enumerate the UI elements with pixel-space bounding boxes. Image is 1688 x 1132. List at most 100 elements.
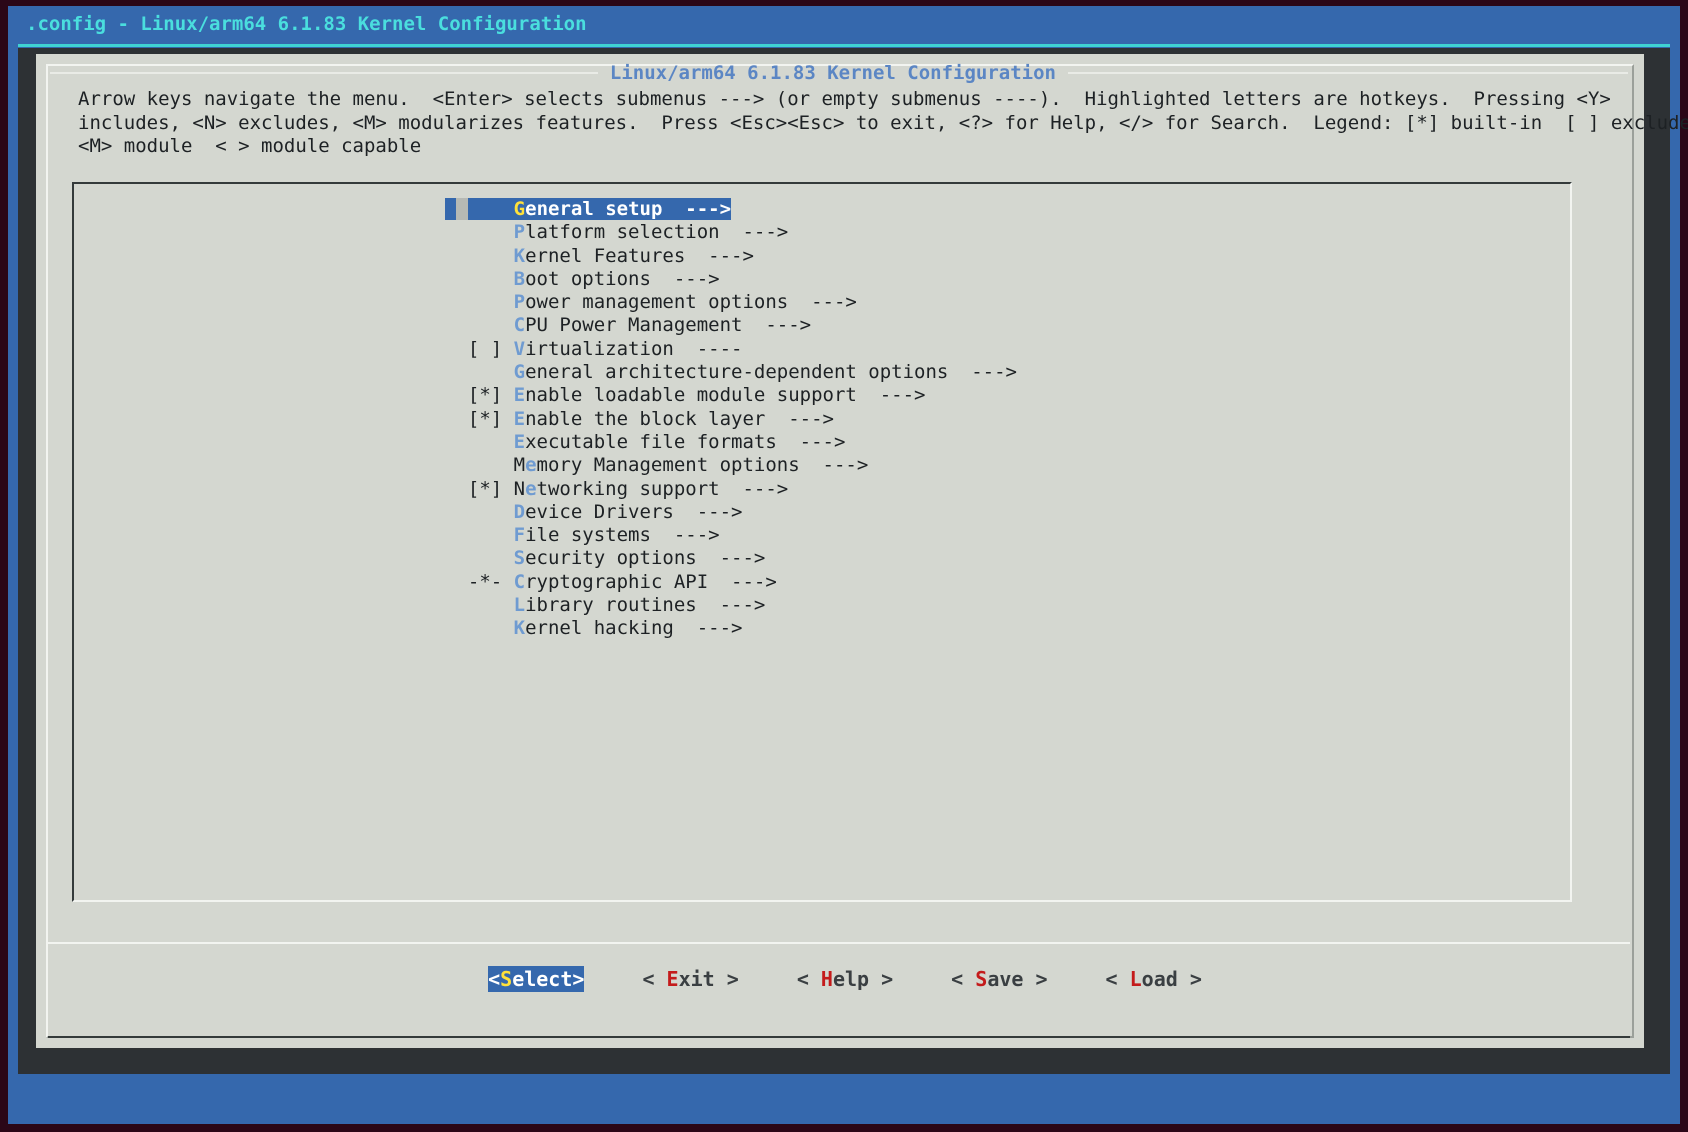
- button-label: oad: [1141, 967, 1178, 991]
- button-elp[interactable]: < Help >: [797, 967, 893, 991]
- dialog-title-line: Linux/arm64 6.1.83 Kernel Configuration: [50, 60, 1628, 86]
- desktop-background: .config - Linux/arm64 6.1.83 Kernel Conf…: [8, 6, 1688, 1124]
- button-xit[interactable]: < Exit >: [642, 967, 738, 991]
- menu-listbox[interactable]: General setup ---> Platform selection --…: [72, 182, 1572, 902]
- menu-item[interactable]: File systems --->: [74, 524, 1570, 547]
- menu-item[interactable]: [*] Networking support --->: [74, 478, 1570, 501]
- title-rule-right: [1068, 72, 1628, 74]
- menu-item-hotkey: K: [513, 617, 526, 640]
- menu-item-label: tworking support --->: [536, 477, 789, 500]
- menu-item-label: eneral setup --->: [525, 198, 732, 220]
- menu-item-label: ernel hacking --->: [525, 617, 743, 640]
- menu-item-indent: [445, 291, 468, 313]
- menu-item-indent: [445, 384, 468, 406]
- menu-item-label: ibrary routines --->: [525, 594, 766, 617]
- menu-item-prefix: [468, 245, 514, 267]
- menu-item-hotkey: K: [513, 244, 526, 267]
- menu-item-indent: [445, 524, 468, 546]
- menu-item-prefix: [ ]: [467, 337, 514, 360]
- menu-item[interactable]: Platform selection --->: [74, 221, 1570, 244]
- menu-item-prefix: [468, 361, 514, 383]
- menu-item-indent: [445, 431, 468, 453]
- menu-item-indent: [445, 454, 468, 476]
- menu-item-label: PU Power Management --->: [525, 314, 812, 337]
- menu-item-hotkey: E: [513, 430, 526, 453]
- button-label: ave: [987, 967, 1024, 991]
- dialog-bottom-rule: [48, 1036, 1630, 1038]
- menu-item-label: ile systems --->: [525, 524, 720, 547]
- menu-item[interactable]: [ ] Virtualization ----: [74, 338, 1570, 361]
- menu-item-label: nable loadable module support --->: [525, 384, 926, 407]
- button-hotkey: S: [975, 967, 988, 991]
- button-bracket-close: >: [714, 967, 739, 991]
- button-label: elp: [832, 967, 870, 991]
- menu-items-container: General setup ---> Platform selection --…: [74, 198, 1570, 641]
- button-bracket-close: >: [1177, 967, 1202, 991]
- button-hotkey: E: [666, 967, 679, 991]
- button-ave[interactable]: < Save >: [951, 967, 1047, 991]
- menu-item-prefix: [468, 501, 514, 523]
- menu-item-indent: [445, 314, 468, 336]
- menu-item-prefix: -*-: [467, 570, 514, 593]
- menu-item[interactable]: General architecture-dependent options -…: [74, 361, 1570, 384]
- button-bracket-open: <: [951, 967, 976, 991]
- button-label: xit: [678, 967, 715, 991]
- menu-item-prefix: [468, 221, 514, 243]
- button-bracket-open: <: [796, 967, 821, 991]
- title-rule-left: [50, 72, 598, 74]
- button-oad[interactable]: < Load >: [1106, 967, 1202, 991]
- menu-item[interactable]: Executable file formats --->: [74, 431, 1570, 454]
- menu-item-label: mory Management options --->: [536, 454, 869, 477]
- menu-item-label: nable the block layer --->: [525, 407, 834, 430]
- menu-item-indent: [445, 361, 468, 383]
- button-bracket-open: <: [1105, 967, 1130, 991]
- menu-item-indent: [445, 221, 468, 243]
- menu-item[interactable]: [*] Enable the block layer --->: [74, 408, 1570, 431]
- menu-item-label: ower management options --->: [525, 291, 857, 314]
- menu-item[interactable]: Library routines --->: [74, 594, 1570, 617]
- menu-item-indent: [445, 501, 468, 523]
- menu-item-indent: [445, 617, 468, 639]
- menu-item-indent: [445, 245, 468, 267]
- menu-item[interactable]: Device Drivers --->: [74, 501, 1570, 524]
- menu-item-hotkey: V: [513, 337, 526, 360]
- menu-item-hotkey: G: [513, 198, 526, 220]
- menu-item-hotkey: D: [513, 500, 526, 523]
- menu-item-prefix: [*]: [467, 407, 514, 430]
- menu-item[interactable]: Kernel hacking --->: [74, 617, 1570, 640]
- menu-item[interactable]: Kernel Features --->: [74, 245, 1570, 268]
- menu-item[interactable]: Security options --->: [74, 547, 1570, 570]
- menu-item-prefix: [468, 198, 514, 220]
- menu-item[interactable]: Boot options --->: [74, 268, 1570, 291]
- menu-item[interactable]: [*] Enable loadable module support --->: [74, 384, 1570, 407]
- dialog-title: Linux/arm64 6.1.83 Kernel Configuration: [609, 62, 1056, 84]
- menu-item-indent: [445, 268, 468, 290]
- button-bar-separator: [48, 942, 1630, 944]
- menu-item[interactable]: General setup --->: [74, 198, 1570, 221]
- menu-item-hotkey: C: [513, 314, 526, 337]
- menu-item[interactable]: Power management options --->: [74, 291, 1570, 314]
- menu-item[interactable]: CPU Power Management --->: [74, 314, 1570, 337]
- menu-item-label: eneral architecture-dependent options --…: [525, 361, 1017, 384]
- menu-item-prefix: [468, 524, 514, 546]
- button-bar: <Select> < Exit > < Help > < Save > < Load >: [36, 954, 1644, 1004]
- menu-item-indent: [445, 478, 468, 500]
- menu-item-label: ernel Features --->: [525, 244, 754, 267]
- menu-item-hotkey: e: [525, 454, 537, 477]
- button-hotkey: L: [1129, 967, 1142, 991]
- titlebar-underline: [18, 44, 1670, 47]
- menu-item[interactable]: -*- Cryptographic API --->: [74, 571, 1570, 594]
- button-elect[interactable]: <Select>: [488, 966, 585, 992]
- menu-item-prefix: [468, 431, 514, 453]
- menu-item-label: evice Drivers --->: [525, 500, 743, 523]
- menu-item-indent: [445, 408, 468, 430]
- terminal-surface: Linux/arm64 6.1.83 Kernel Configuration …: [18, 48, 1688, 1074]
- menu-item-prefix: [*] N: [467, 477, 526, 500]
- menu-item[interactable]: Memory Management options --->: [74, 454, 1570, 477]
- button-hotkey: H: [820, 967, 833, 991]
- menu-item-hotkey: P: [513, 291, 526, 314]
- menu-item-indent: [445, 594, 468, 616]
- menu-item-indent: [445, 547, 468, 569]
- menu-item-label: xecutable file formats --->: [525, 430, 846, 453]
- selection-cursor-bar: [445, 198, 457, 220]
